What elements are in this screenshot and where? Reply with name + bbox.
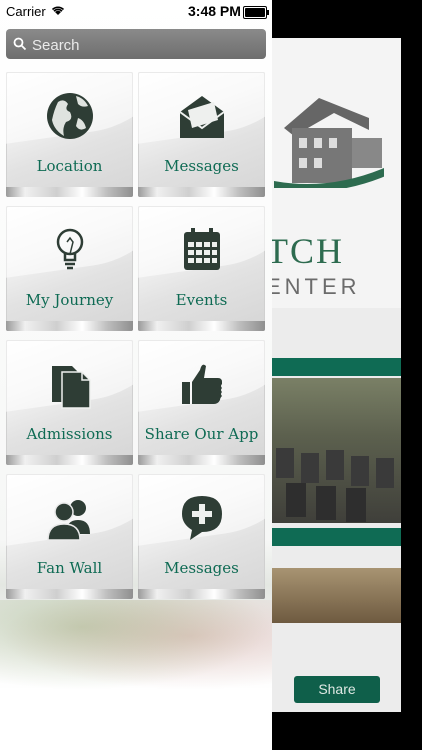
thumbs-up-icon	[182, 364, 222, 404]
documents-icon	[52, 366, 91, 409]
house-logo-icon	[274, 98, 384, 188]
tile-label: Location	[36, 157, 103, 175]
tile-base	[138, 187, 265, 197]
people-icon	[47, 500, 90, 541]
status-bar: Carrier 3:48 PM	[0, 0, 272, 24]
tile-messages-2[interactable]: Messages	[138, 474, 265, 599]
dining-photo	[266, 568, 401, 623]
share-button[interactable]: Share	[294, 676, 380, 703]
green-band-lower	[266, 528, 401, 546]
search-icon	[13, 37, 27, 51]
tile-base	[138, 321, 265, 331]
tile-label: Messages	[164, 559, 239, 577]
tile-label: My Journey	[25, 291, 114, 309]
tile-fan-wall[interactable]: Fan Wall	[6, 474, 133, 599]
tile-share-our-app[interactable]: Share Our App	[138, 340, 265, 465]
chairs-image	[276, 448, 394, 522]
tile-admissions[interactable]: Admissions	[6, 340, 133, 465]
tile-base	[6, 589, 133, 599]
carrier-label: Carrier	[6, 4, 46, 19]
calendar-icon	[184, 228, 220, 270]
blurred-background	[0, 600, 272, 690]
chat-plus-icon	[182, 496, 222, 540]
logo-subtext: ENTER	[266, 274, 361, 299]
battery-icon	[243, 6, 269, 19]
wifi-icon	[51, 6, 65, 15]
clock: 3:48 PM	[188, 3, 241, 19]
tile-base	[138, 589, 265, 599]
tile-base	[6, 321, 133, 331]
background-app-panel: TCH ENTER	[266, 38, 401, 712]
logo-area: TCH ENTER	[266, 38, 401, 308]
tile-label: Events	[175, 291, 228, 309]
logo-text: TCH	[266, 231, 344, 271]
tile-location[interactable]: Location	[6, 72, 133, 197]
lightbulb-icon	[56, 228, 84, 270]
search-input[interactable]	[30, 32, 264, 58]
globe-icon	[47, 93, 93, 139]
tile-label: Admissions	[26, 425, 113, 443]
tile-base	[6, 455, 133, 465]
tile-label: Fan Wall	[36, 559, 103, 577]
tile-label: Messages	[164, 157, 239, 175]
tile-base	[138, 455, 265, 465]
tile-my-journey[interactable]: My Journey	[6, 206, 133, 331]
search-bar[interactable]	[6, 29, 266, 59]
tile-label: Share Our App	[144, 425, 259, 443]
envelope-icon	[179, 96, 225, 138]
green-band	[266, 358, 401, 376]
tile-messages[interactable]: Messages	[138, 72, 265, 197]
tile-base	[6, 187, 133, 197]
tile-events[interactable]: Events	[138, 206, 265, 331]
